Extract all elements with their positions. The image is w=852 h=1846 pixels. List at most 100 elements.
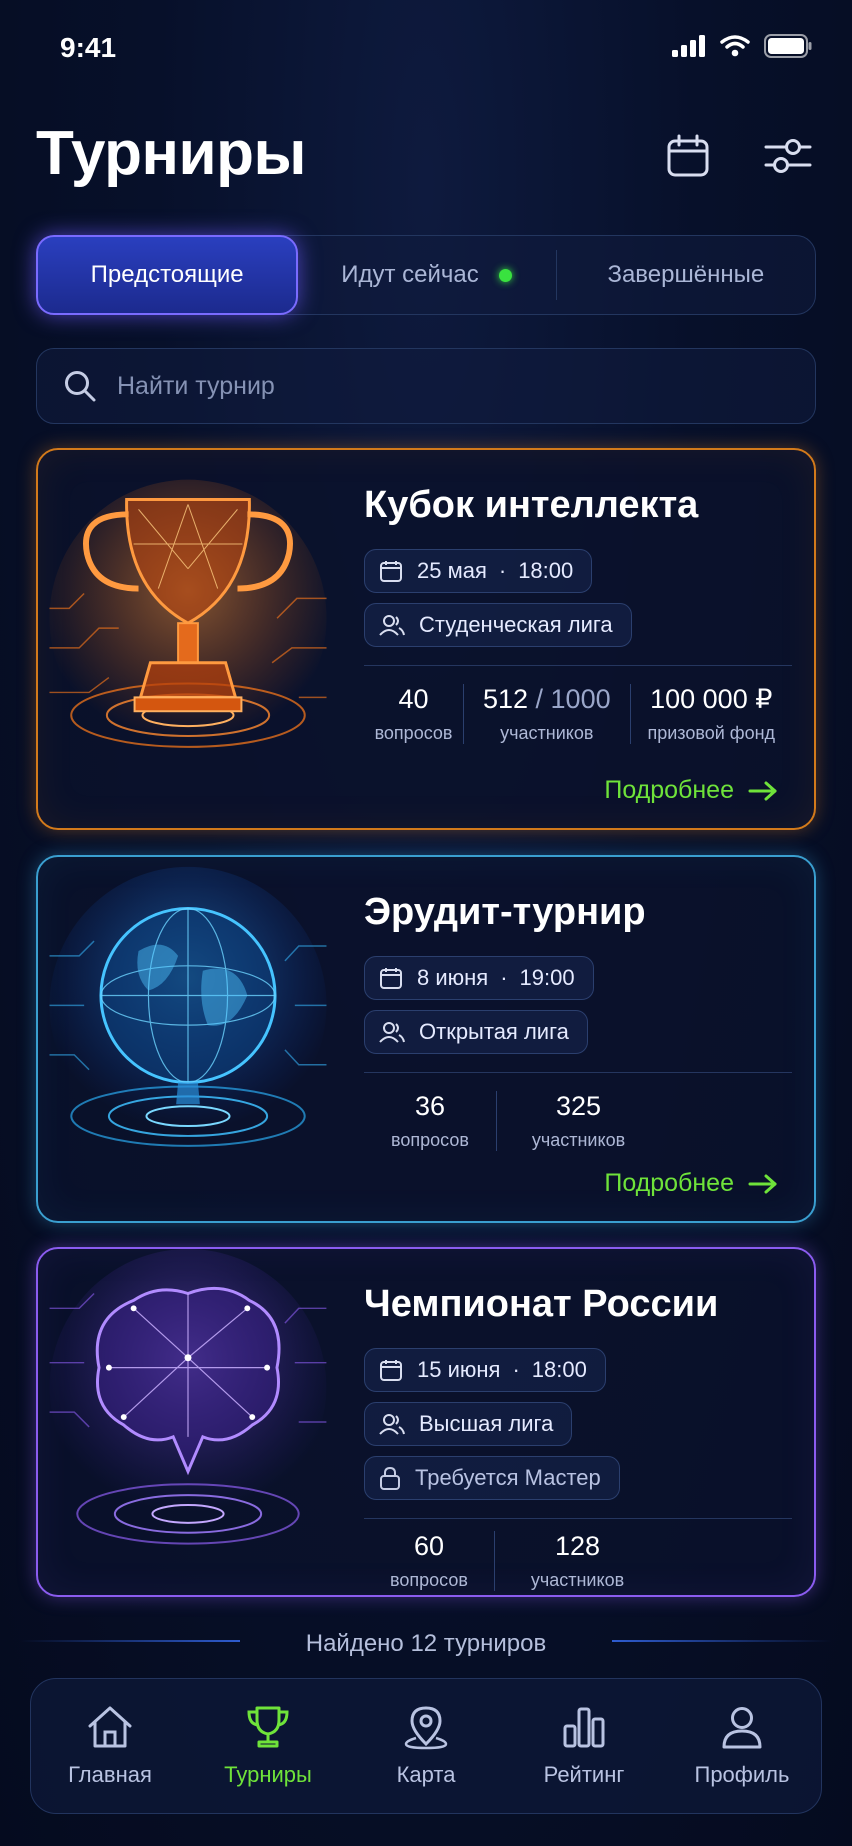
league-chip: Открытая лига <box>364 1010 588 1054</box>
tournament-date: 15 июня <box>417 1357 501 1382</box>
stats-row: 60 вопросов 128 участников <box>364 1531 792 1591</box>
nav-map[interactable]: Карта <box>347 1679 505 1813</box>
divider <box>364 1072 792 1073</box>
tab-upcoming[interactable]: Предстоящие <box>36 235 299 315</box>
separator-dot: · <box>498 558 507 583</box>
stats-row: 36 вопросов 325 участников <box>364 1091 792 1151</box>
nav-label: Турниры <box>224 1762 312 1787</box>
league-name: Студенческая лига <box>419 612 613 637</box>
card-body: Эрудит-турнир 8 июня · 19:00 Открытая ли… <box>364 857 792 1151</box>
tab-finished[interactable]: Завершённые <box>557 236 815 314</box>
stat-label: призовой фонд <box>647 723 776 743</box>
stat-label: вопросов <box>391 1130 469 1150</box>
tournament-time: 19:00 <box>519 965 575 990</box>
stat-prize: 100 000 ₽ призовой фонд <box>629 684 792 744</box>
page-title: Турниры <box>36 119 306 188</box>
stat-value: 36 <box>414 1091 446 1121</box>
tournament-card[interactable]: Кубок интеллекта 25 мая · 18:00 Студенче… <box>36 448 816 830</box>
card-body: Кубок интеллекта 25 мая · 18:00 Студенче… <box>364 450 792 744</box>
stats-row: 40 вопросов 512 / 1000 участников 100 00… <box>364 684 792 744</box>
stat-questions: 36 вопросов <box>364 1091 496 1151</box>
tab-upcoming-label: Предстоящие <box>90 261 244 288</box>
stat-label: участников <box>530 1570 625 1590</box>
live-indicator-dot <box>498 268 512 282</box>
status-time: 9:41 <box>60 32 117 63</box>
stat-questions: 40 вопросов <box>364 684 463 744</box>
tournament-title: Эрудит-турнир <box>364 891 646 933</box>
battery-icon <box>764 34 812 58</box>
separator-dot: · <box>512 1357 520 1382</box>
bar-chart-icon <box>563 1707 605 1748</box>
stat-value: 60 <box>413 1531 445 1561</box>
stat-participants: 512 / 1000 участников <box>463 684 629 744</box>
calendar-icon <box>667 134 709 177</box>
league-name: Открытая лига <box>419 1019 569 1044</box>
lock-icon <box>380 1466 400 1490</box>
league-chip: Высшая лига <box>364 1402 573 1446</box>
card-body: Чемпионат России 15 июня · 18:00 Высшая … <box>364 1249 792 1591</box>
tab-live[interactable]: Идут сейчас <box>297 236 555 314</box>
nav-label: Карта <box>396 1762 456 1787</box>
users-icon <box>379 1022 405 1043</box>
date-chip: 15 июня · 18:00 <box>364 1348 606 1392</box>
calendar-button[interactable] <box>660 128 716 184</box>
calendar-icon <box>380 561 402 582</box>
tournament-time: 18:00 <box>531 1357 587 1382</box>
user-icon <box>722 1707 762 1749</box>
league-name: Высшая лига <box>419 1411 554 1436</box>
filter-button[interactable] <box>760 128 816 184</box>
nav-home[interactable]: Главная <box>31 1679 189 1813</box>
league-chip: Студенческая лига <box>364 603 632 647</box>
status-icons <box>672 34 812 58</box>
tournament-date: 8 июня <box>417 965 489 990</box>
requirement-text: Требуется Мастер <box>415 1465 601 1490</box>
nav-rating[interactable]: Рейтинг <box>505 1679 663 1813</box>
divider <box>364 665 792 666</box>
stat-value: 325 <box>555 1091 602 1121</box>
stat-participants: 325 участников <box>496 1091 660 1151</box>
home-icon <box>88 1706 132 1748</box>
results-count: Найдено 12 турниров <box>305 1630 547 1657</box>
divider <box>364 1518 792 1519</box>
users-icon <box>379 615 405 636</box>
participants-count: 512 <box>482 684 529 714</box>
stat-value: 100 000 ₽ <box>650 684 773 714</box>
nav-label: Рейтинг <box>543 1762 625 1787</box>
stat-label: вопросов <box>374 723 453 743</box>
stat-participants: 128 участников <box>494 1531 660 1591</box>
details-label: Подробнее <box>604 776 734 804</box>
stat-label: участников <box>531 1130 626 1150</box>
nav-label: Главная <box>68 1762 152 1787</box>
nav-tournaments[interactable]: Турниры <box>189 1679 347 1813</box>
globe-icon <box>49 866 327 1147</box>
details-label: Подробнее <box>604 1169 734 1197</box>
tournament-card[interactable]: Эрудит-турнир 8 июня · 19:00 Открытая ли… <box>36 855 816 1223</box>
stat-value: 40 <box>398 684 429 714</box>
tab-live-label: Идут сейчас <box>341 261 479 288</box>
tournament-card[interactable]: Чемпионат России 15 июня · 18:00 Высшая … <box>36 1247 816 1597</box>
stat-label: участников <box>500 723 594 743</box>
sliders-icon <box>764 139 812 173</box>
search-input[interactable] <box>117 371 717 401</box>
wifi-icon <box>720 35 750 57</box>
brain-icon <box>49 1249 327 1545</box>
date-chip: 25 мая · 18:00 <box>364 549 593 593</box>
stat-value: 512 / 1000 <box>483 684 611 715</box>
status-bar: 9:41 <box>0 0 852 100</box>
date-chip: 8 июня · 19:00 <box>364 956 594 1000</box>
users-icon <box>379 1414 405 1435</box>
nav-profile[interactable]: Профиль <box>663 1679 821 1813</box>
stat-questions: 60 вопросов <box>364 1531 494 1591</box>
details-link[interactable]: Подробнее <box>604 776 778 805</box>
requirement-chip: Требуется Мастер <box>364 1456 620 1500</box>
stat-value: 128 <box>554 1531 601 1561</box>
details-link[interactable]: Подробнее <box>604 1169 778 1198</box>
trophy-icon <box>49 479 327 757</box>
tournament-tabs: Предстоящие Идут сейчас Завершённые <box>36 235 816 315</box>
signal-icon <box>672 35 705 57</box>
tab-finished-label: Завершённые <box>607 261 765 288</box>
arrow-right-icon <box>748 1174 777 1193</box>
arrow-right-icon <box>748 781 777 800</box>
trophy-icon <box>247 1706 289 1748</box>
separator-dot: · <box>500 965 508 990</box>
